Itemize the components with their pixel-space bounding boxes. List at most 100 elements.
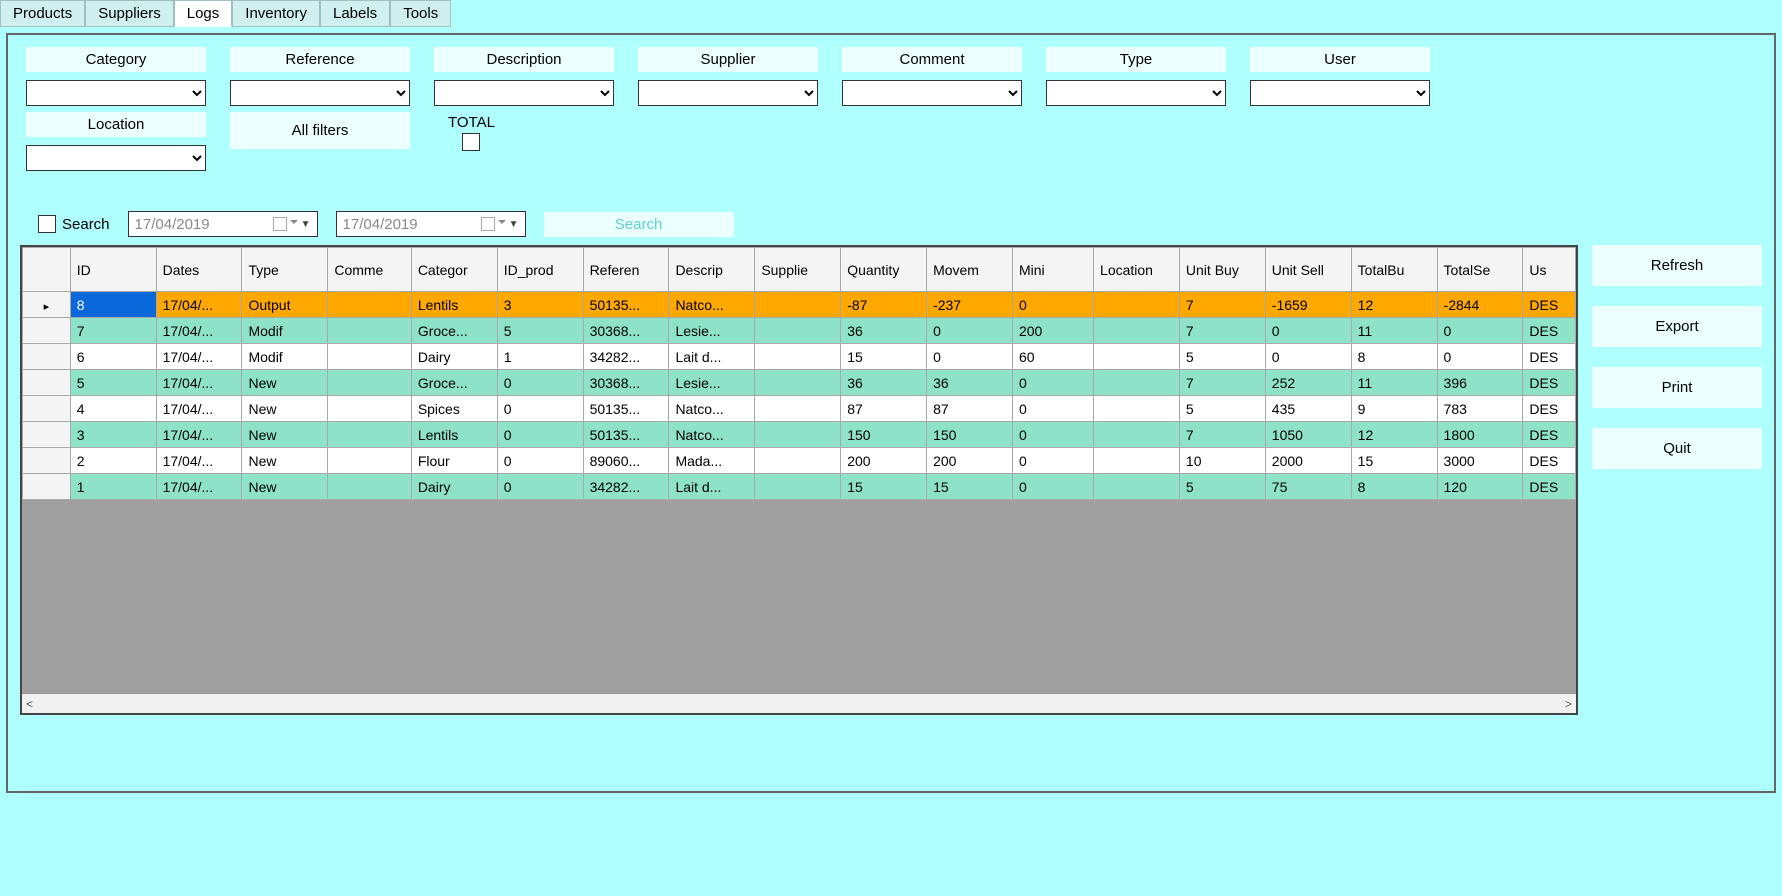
col-header[interactable]: Categor: [411, 248, 497, 292]
cell[interactable]: Dairy: [411, 474, 497, 500]
cell[interactable]: 50135...: [583, 396, 669, 422]
cell[interactable]: Flour: [411, 448, 497, 474]
col-header[interactable]: Quantity: [841, 248, 927, 292]
cell[interactable]: 50135...: [583, 292, 669, 318]
cell[interactable]: [1094, 370, 1180, 396]
cell[interactable]: 8: [1351, 344, 1437, 370]
cell[interactable]: Groce...: [411, 370, 497, 396]
cell[interactable]: 30368...: [583, 318, 669, 344]
cell[interactable]: 50135...: [583, 422, 669, 448]
cell[interactable]: -237: [927, 292, 1013, 318]
cell[interactable]: [1094, 318, 1180, 344]
cell[interactable]: 0: [497, 422, 583, 448]
filter-description-select[interactable]: [434, 80, 614, 106]
cell[interactable]: Lait d...: [669, 474, 755, 500]
cell[interactable]: [755, 292, 841, 318]
table-row[interactable]: 617/04/...ModifDairy134282...Lait d...15…: [23, 344, 1576, 370]
col-header[interactable]: ID_prod: [497, 248, 583, 292]
cell[interactable]: [328, 422, 411, 448]
tab-tools[interactable]: Tools: [390, 0, 451, 27]
cell[interactable]: 15: [841, 344, 927, 370]
cell[interactable]: 200: [841, 448, 927, 474]
cell[interactable]: [755, 474, 841, 500]
cell[interactable]: 30368...: [583, 370, 669, 396]
cell[interactable]: 75: [1265, 474, 1351, 500]
cell[interactable]: [1094, 422, 1180, 448]
cell[interactable]: 87: [927, 396, 1013, 422]
cell[interactable]: 15: [1351, 448, 1437, 474]
filter-reference-select[interactable]: [230, 80, 410, 106]
cell[interactable]: 150: [927, 422, 1013, 448]
cell[interactable]: 5: [70, 370, 156, 396]
table-row[interactable]: 317/04/...NewLentils050135...Natco...150…: [23, 422, 1576, 448]
col-header[interactable]: Dates: [156, 248, 242, 292]
cell[interactable]: 0: [497, 396, 583, 422]
cell[interactable]: 120: [1437, 474, 1523, 500]
cell[interactable]: 17/04/...: [156, 396, 242, 422]
cell[interactable]: 10: [1179, 448, 1265, 474]
scroll-left-icon[interactable]: <: [26, 697, 33, 711]
filter-type-select[interactable]: [1046, 80, 1226, 106]
cell[interactable]: Lentils: [411, 422, 497, 448]
cell[interactable]: 0: [497, 474, 583, 500]
cell[interactable]: Lesie...: [669, 318, 755, 344]
cell[interactable]: 0: [1012, 370, 1093, 396]
col-header[interactable]: Referen: [583, 248, 669, 292]
cell[interactable]: DES: [1523, 396, 1576, 422]
cell[interactable]: 0: [1012, 396, 1093, 422]
cell[interactable]: New: [242, 370, 328, 396]
cell[interactable]: 11: [1351, 318, 1437, 344]
cell[interactable]: 12: [1351, 422, 1437, 448]
col-header[interactable]: Location: [1094, 248, 1180, 292]
cell[interactable]: 1: [497, 344, 583, 370]
cell[interactable]: [328, 370, 411, 396]
col-header[interactable]: Movem: [927, 248, 1013, 292]
cell[interactable]: Natco...: [669, 422, 755, 448]
table-row[interactable]: 217/04/...NewFlour089060...Mada...200200…: [23, 448, 1576, 474]
row-header[interactable]: [23, 370, 71, 396]
refresh-button[interactable]: Refresh: [1592, 245, 1762, 286]
cell[interactable]: 1: [70, 474, 156, 500]
cell[interactable]: -87: [841, 292, 927, 318]
cell[interactable]: [1094, 448, 1180, 474]
filter-category-select[interactable]: [26, 80, 206, 106]
cell[interactable]: New: [242, 422, 328, 448]
date-from-input[interactable]: 17/04/2019 ▼: [128, 211, 318, 237]
cell[interactable]: New: [242, 396, 328, 422]
row-header[interactable]: [23, 318, 71, 344]
cell[interactable]: 0: [927, 318, 1013, 344]
cell[interactable]: 783: [1437, 396, 1523, 422]
cell[interactable]: 60: [1012, 344, 1093, 370]
cell[interactable]: [328, 396, 411, 422]
cell[interactable]: 0: [1012, 422, 1093, 448]
col-header[interactable]: TotalBu: [1351, 248, 1437, 292]
search-button[interactable]: Search: [544, 212, 734, 237]
cell[interactable]: 5: [497, 318, 583, 344]
cell[interactable]: 0: [1012, 474, 1093, 500]
cell[interactable]: [755, 344, 841, 370]
cell[interactable]: 200: [1012, 318, 1093, 344]
row-header[interactable]: [23, 474, 71, 500]
tab-products[interactable]: Products: [0, 0, 85, 27]
cell[interactable]: [755, 422, 841, 448]
cell[interactable]: 0: [1012, 292, 1093, 318]
cell[interactable]: Natco...: [669, 292, 755, 318]
cell[interactable]: 36: [841, 318, 927, 344]
tab-suppliers[interactable]: Suppliers: [85, 0, 174, 27]
table-row[interactable]: 517/04/...NewGroce...030368...Lesie...36…: [23, 370, 1576, 396]
filter-comment-select[interactable]: [842, 80, 1022, 106]
cell[interactable]: Natco...: [669, 396, 755, 422]
data-grid[interactable]: IDDatesTypeCommeCategorID_prodReferenDes…: [22, 247, 1576, 500]
col-header[interactable]: Us: [1523, 248, 1576, 292]
cell[interactable]: 0: [497, 448, 583, 474]
col-header[interactable]: ID: [70, 248, 156, 292]
cell[interactable]: 17/04/...: [156, 344, 242, 370]
cell[interactable]: [328, 292, 411, 318]
cell[interactable]: 7: [1179, 292, 1265, 318]
row-header[interactable]: [23, 448, 71, 474]
cell[interactable]: DES: [1523, 448, 1576, 474]
cell[interactable]: Mada...: [669, 448, 755, 474]
cell[interactable]: Lait d...: [669, 344, 755, 370]
table-row[interactable]: 717/04/...ModifGroce...530368...Lesie...…: [23, 318, 1576, 344]
cell[interactable]: Groce...: [411, 318, 497, 344]
